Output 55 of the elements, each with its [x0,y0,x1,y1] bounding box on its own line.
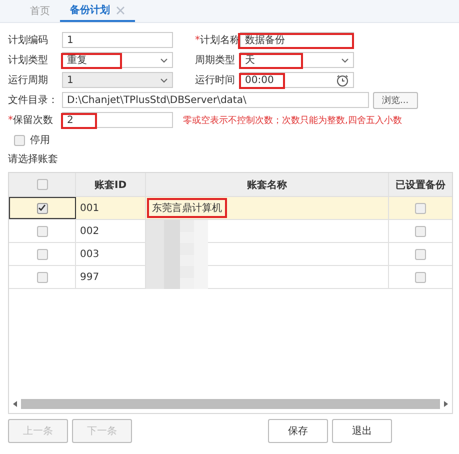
tab[interactable]: 备份计划 [60,0,135,22]
table-row[interactable]: 003 [9,243,452,266]
checkbox[interactable] [36,202,48,214]
checkbox-label: 停用 [30,134,50,147]
clock-icon[interactable] [336,74,349,86]
caret-icon [160,78,168,82]
caret-icon [341,58,349,62]
field-label: 运行周期 [8,74,49,87]
field-label: 运行时间 [195,74,236,87]
field-value: 重复 [67,54,88,67]
browse-button[interactable]: 浏览... [373,92,418,108]
field-value: 1 [67,74,74,86]
table-cell: 002 [80,226,100,236]
checkbox[interactable] [415,202,426,214]
field-label: 文件目录： [8,94,59,107]
field-value: 1 [67,34,74,46]
input-field[interactable]: D:\Chanjet\TPlusStd\DBServer\data\ [62,92,369,108]
field-label: 计划编码 [8,34,49,47]
field-value: 2 [67,114,74,126]
table-cell: 001 [80,202,100,214]
table-cell: 997 [80,272,100,282]
column-header[interactable]: 账套ID [76,173,146,196]
checkbox[interactable] [36,226,48,236]
table-row[interactable]: 001 东莞言鼎计算机 [9,197,452,220]
column-header[interactable]: 账套名称 [146,173,389,196]
table-row[interactable]: 002 [9,220,452,243]
input-field[interactable]: 2 [62,112,173,128]
field-label: 周期类型 [195,54,236,67]
close-icon[interactable] [116,6,125,14]
checkbox[interactable] [36,272,48,282]
checkbox[interactable] [415,226,426,236]
checkbox[interactable] [36,179,48,190]
action-button[interactable]: 保存 [268,419,328,443]
hint-text: 零或空表示不控制次数；次数只能为整数,四舍五入小数 [183,114,402,126]
checkbox[interactable] [415,272,426,282]
action-button[interactable]: 退出 [332,419,392,443]
field-value: 数据备份 [245,34,286,47]
table-cell: 东莞言鼎计算机 [147,198,227,218]
scroll-left-icon[interactable] [13,400,17,406]
checkbox[interactable] [415,248,426,260]
column-header[interactable]: 已设置备份 [389,173,452,196]
field-label: *保留次数 [8,114,54,127]
field-value: 天 [245,54,256,67]
checkbox[interactable] [36,248,48,260]
field-value: 00:00 [245,74,275,86]
checkbox[interactable] [14,134,25,146]
caret-icon [160,58,168,62]
field-value: D:\Chanjet\TPlusStd\DBServer\data\ [67,94,248,106]
input-field[interactable]: 1 [62,32,173,48]
table-row[interactable]: 997 [9,266,452,289]
table-cell: 003 [80,248,100,260]
section-label: 请选择账套 [8,152,59,167]
scroll-right-icon[interactable] [444,400,448,406]
field-label: 计划类型 [8,54,49,67]
time-field[interactable]: 00:00 [240,72,354,88]
